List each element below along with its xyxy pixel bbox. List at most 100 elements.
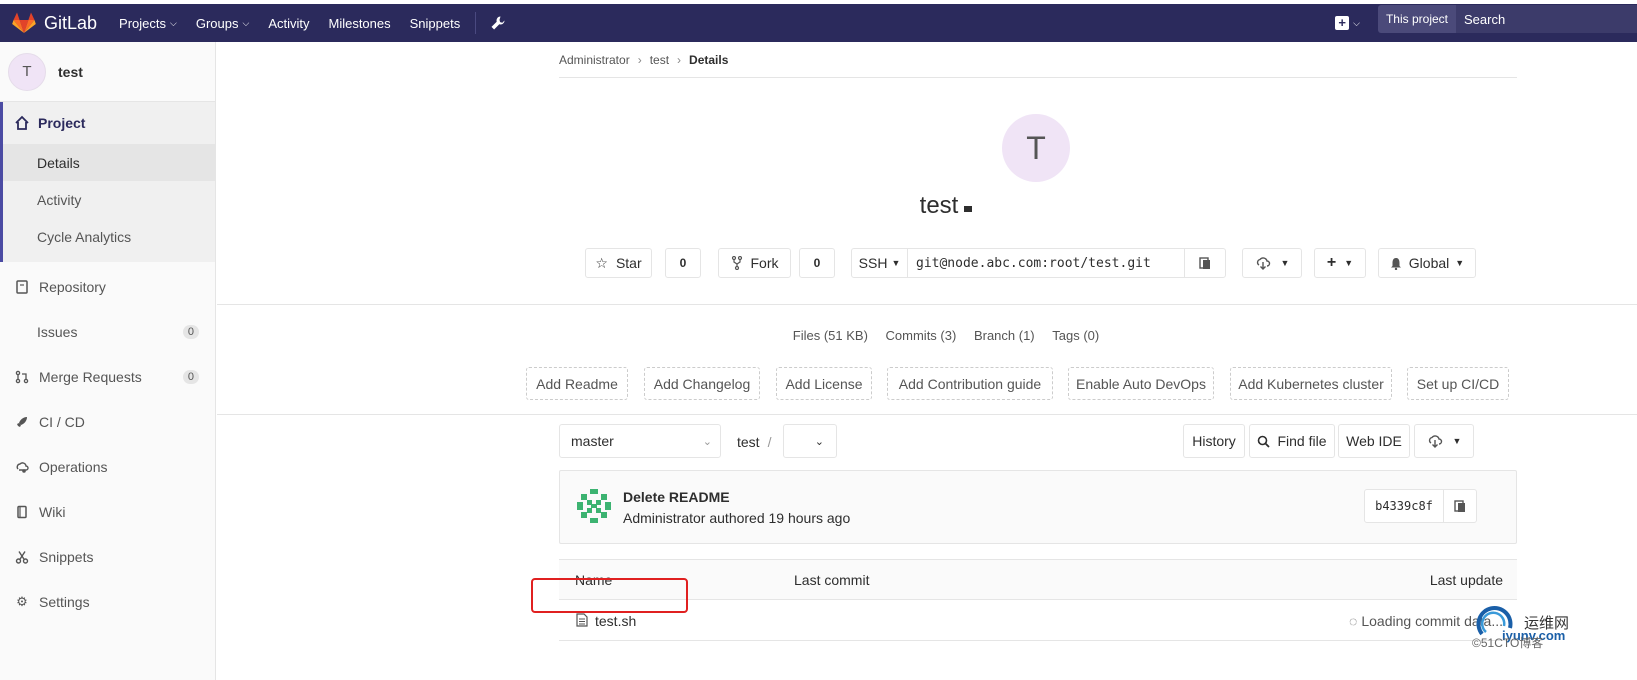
caret-down-icon: ▼ (891, 258, 901, 268)
nav-projects[interactable]: Projects ⌵ (119, 16, 177, 31)
clone-protocol-dropdown[interactable]: SSH ▼ (851, 248, 908, 278)
sidebar-item-label: Merge Requests (39, 368, 142, 385)
sidebar-section-project: Project Details Activity Cycle Analytics (0, 102, 215, 262)
plus-square-icon: + (1335, 16, 1350, 30)
sidebar-item-ci-cd[interactable]: CI / CD (0, 399, 215, 444)
sidebar-project-title: test (58, 63, 83, 80)
clipboard-icon (1199, 257, 1210, 269)
caret-down-icon: ▼ (1452, 436, 1462, 446)
home-icon (15, 115, 29, 130)
enable-auto-devops-button[interactable]: Enable Auto DevOps (1068, 367, 1214, 400)
breadcrumb-divider (559, 77, 1517, 78)
bell-icon (1390, 257, 1401, 270)
sidebar-item-repository[interactable]: Repository (0, 264, 215, 309)
add-to-tree-dropdown[interactable]: ⌄ (783, 424, 837, 458)
cloud-download-icon (1428, 435, 1442, 448)
clone-protocol-label: SSH (858, 255, 888, 271)
stat-commits[interactable]: Commits (3) (886, 328, 957, 343)
chevron-down-icon: ⌄ (702, 435, 712, 448)
star-count[interactable]: 0 (665, 248, 701, 278)
notification-dropdown[interactable]: Global ▼ (1378, 248, 1476, 278)
top-navbar: GitLab Projects ⌵ Groups ⌵ Activity Milest… (0, 4, 1637, 42)
sidebar-item-activity[interactable]: Activity (3, 181, 215, 218)
fork-count[interactable]: 0 (799, 248, 835, 278)
search-scope-badge: This project (1377, 5, 1456, 33)
star-button[interactable]: ☆ Star (585, 248, 652, 278)
gitlab-logo[interactable]: GitLab (12, 12, 97, 34)
sidebar-item-wiki[interactable]: Wiki (0, 489, 215, 534)
download-dropdown[interactable]: ▼ (1242, 248, 1302, 278)
project-sidebar: T test Project Details Activity Cycle An… (0, 42, 216, 680)
sidebar-item-issues[interactable]: Issues 0 (0, 309, 215, 354)
stat-branches[interactable]: Branch (1) (974, 328, 1035, 343)
project-avatar: T (1002, 114, 1070, 182)
file-name-link[interactable]: test.sh (595, 613, 636, 629)
fork-icon (731, 256, 742, 270)
add-contribution-guide-button[interactable]: Add Contribution guide (887, 367, 1053, 400)
nav-divider (475, 12, 477, 34)
clone-url-field[interactable]: git@node.abc.com:root/test.git (907, 248, 1185, 278)
caret-down-icon: ▼ (1344, 258, 1354, 268)
stat-files[interactable]: Files (51 KB) (793, 328, 868, 343)
nav-projects-label: Projects (119, 15, 167, 31)
fork-button[interactable]: Fork (718, 248, 791, 278)
add-license-button[interactable]: Add License (776, 367, 872, 400)
sidebar-item-settings[interactable]: ⚙ Settings (0, 579, 215, 624)
admin-wrench-icon[interactable] (490, 15, 506, 31)
search-icon (1258, 435, 1271, 448)
add-changelog-button[interactable]: Add Changelog (644, 367, 760, 400)
commit-sha[interactable]: b4339c8f (1364, 489, 1444, 523)
find-file-button[interactable]: Find file (1249, 424, 1335, 458)
brand-name: GitLab (44, 12, 98, 33)
scissors-icon (15, 550, 29, 564)
gear-icon: ⚙ (16, 593, 28, 609)
web-ide-button[interactable]: Web IDE (1338, 424, 1410, 458)
tree-download-dropdown[interactable]: ▼ (1414, 424, 1474, 458)
sidebar-item-project-label: Project (38, 115, 86, 131)
sidebar-item-operations[interactable]: Operations (0, 444, 215, 489)
repo-path: test / (737, 434, 771, 450)
new-dropdown-button[interactable]: + ⌵ (1335, 16, 1360, 30)
merge-request-icon (15, 370, 29, 383)
sidebar-item-snippets[interactable]: Snippets (0, 534, 215, 579)
nav-snippets[interactable]: Snippets (410, 16, 461, 31)
breadcrumb-details[interactable]: Details (689, 53, 728, 67)
add-readme-button[interactable]: Add Readme (526, 367, 628, 400)
chevron-down-icon: ⌵ (242, 17, 250, 28)
sidebar-project-header[interactable]: T test (0, 42, 215, 102)
copy-sha-button[interactable] (1443, 489, 1477, 523)
setup-ci-cd-button[interactable]: Set up CI/CD (1407, 367, 1509, 400)
chevron-down-icon: ⌵ (1353, 17, 1360, 28)
find-file-label: Find file (1277, 433, 1327, 449)
sidebar-item-merge-requests[interactable]: Merge Requests 0 (0, 354, 215, 399)
search-input[interactable]: Search (1456, 5, 1637, 33)
nav-activity[interactable]: Activity (268, 16, 309, 31)
breadcrumb-administrator[interactable]: Administrator (559, 53, 630, 67)
copy-url-button[interactable] (1184, 248, 1226, 278)
history-button[interactable]: History (1183, 424, 1245, 458)
table-row[interactable]: test.sh ◌ Loading commit data... (559, 600, 1517, 641)
add-new-dropdown[interactable]: + ▼ (1314, 248, 1366, 278)
path-segment[interactable]: test (737, 434, 760, 450)
add-kubernetes-cluster-button[interactable]: Add Kubernetes cluster (1230, 367, 1392, 400)
branch-selector[interactable]: master ⌄ (559, 424, 721, 458)
cloud-gear-icon (16, 461, 29, 473)
book-icon (16, 279, 28, 294)
watermark-credit: ©51CTO博客 (1472, 636, 1544, 650)
sidebar-item-project[interactable]: Project (3, 102, 215, 144)
sidebar-item-details[interactable]: Details (3, 144, 215, 181)
nav-groups[interactable]: Groups ⌵ (196, 16, 249, 31)
column-header-last-commit: Last commit (794, 572, 870, 588)
breadcrumb-test[interactable]: test (650, 53, 669, 67)
clipboard-icon (1454, 500, 1465, 512)
file-table-header: Name Last commit Last update (559, 559, 1517, 600)
nav-milestones[interactable]: Milestones (328, 16, 390, 31)
stat-tags[interactable]: Tags (0) (1052, 328, 1099, 343)
file-icon (576, 613, 588, 627)
commit-title[interactable]: Delete README (623, 489, 730, 505)
column-header-last-update: Last update (1429, 572, 1503, 588)
sidebar-item-label: Wiki (39, 503, 66, 520)
sidebar-item-cycle-analytics[interactable]: Cycle Analytics (3, 218, 215, 255)
commit-byline: Administrator authored 19 hours ago (623, 510, 851, 526)
merge-requests-count-badge: 0 (182, 369, 199, 384)
